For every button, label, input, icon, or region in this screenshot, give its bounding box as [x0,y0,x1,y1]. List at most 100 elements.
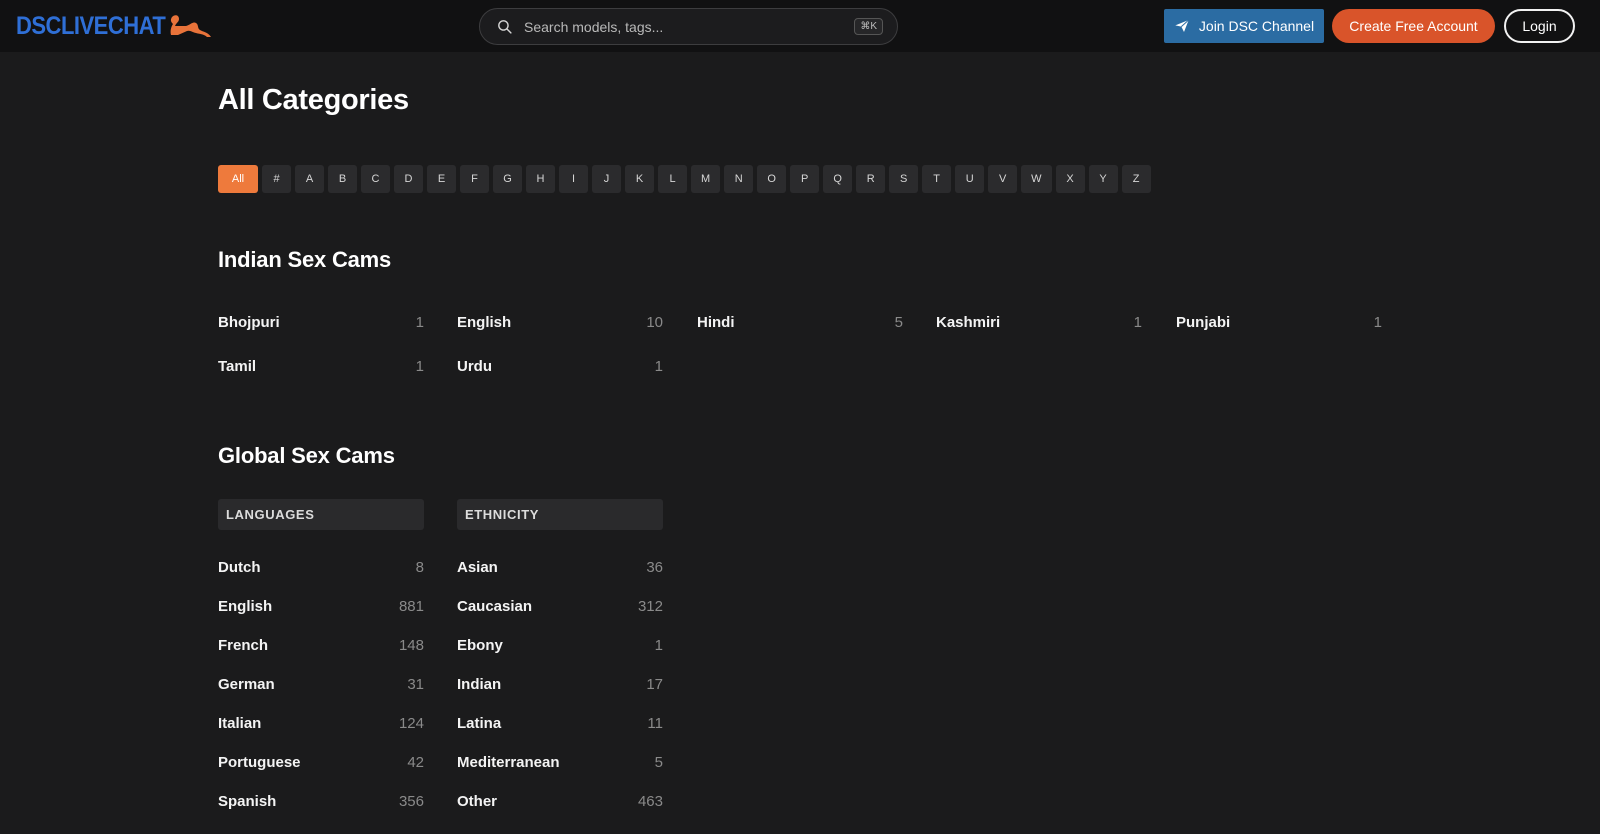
letter-filter-u[interactable]: U [955,165,985,193]
category-count: 356 [398,792,424,810]
letter-filter-p[interactable]: P [790,165,820,193]
language-item[interactable]: Dutch 8 [218,556,424,578]
search-input[interactable] [522,17,855,36]
category-name: Spanish [218,792,277,810]
category-name: German [218,675,275,693]
category-count: 148 [398,636,424,654]
ethnicity-item[interactable]: Ebony 1 [457,634,663,656]
category-count: 31 [407,675,424,693]
letter-filter-v[interactable]: V [988,165,1018,193]
category-count: 881 [398,597,424,615]
page-title: All Categories [218,84,409,116]
language-item[interactable]: German 31 [218,673,424,695]
category-count: 17 [646,675,663,693]
category-name: Asian [457,558,498,576]
category-name: Latina [457,714,502,732]
category-count: 11 [647,714,663,732]
letter-filter-r[interactable]: R [856,165,886,193]
category-count: 42 [407,753,424,771]
category-item[interactable]: Bhojpuri 1 [218,311,424,333]
category-count: 124 [398,714,424,732]
letter-filter-o[interactable]: O [757,165,787,193]
letter-filter-x[interactable]: X [1055,165,1085,193]
category-count: 312 [637,597,663,615]
section-title-global: Global Sex Cams [218,443,395,468]
category-name: Punjabi [1176,313,1231,331]
letter-filter-i[interactable]: I [559,165,588,193]
letter-filter-k[interactable]: K [625,165,654,193]
ethnicity-item[interactable]: Indian 17 [457,673,663,695]
letter-filter-q[interactable]: Q [823,165,853,193]
ethnicity-item[interactable]: Other 463 [457,790,663,812]
category-item[interactable]: Urdu 1 [457,355,663,377]
letter-filter-e[interactable]: E [427,165,456,193]
category-count: 1 [415,313,424,331]
search-bar[interactable]: ⌘K [479,8,898,45]
category-item[interactable]: English 10 [457,311,663,333]
letter-filter-h[interactable]: H [526,165,555,193]
keyboard-shortcut-badge: ⌘K [854,18,883,35]
ethnicity-item[interactable]: Caucasian 312 [457,595,663,617]
letter-filter-s[interactable]: S [889,165,919,193]
site-logo[interactable]: DSCLIVECHAT [16,11,212,40]
letter-filter-b[interactable]: B [328,165,357,193]
category-count: 5 [894,313,903,331]
category-count: 10 [646,313,663,331]
category-name: Kashmiri [936,313,1001,331]
language-item[interactable]: English 881 [218,595,424,617]
letter-filter-z[interactable]: Z [1121,165,1151,193]
top-header: DSCLIVECHAT ⌘K Join DSC Channel Create F… [0,0,1600,52]
join-channel-label: Join DSC Channel [1198,18,1315,34]
letter-filter-g[interactable]: G [493,165,522,193]
letter-filter-hash[interactable]: # [262,165,291,193]
letter-filter-n[interactable]: N [724,165,754,193]
category-name: Tamil [218,357,257,375]
category-count: 36 [646,558,663,576]
category-item[interactable]: Hindi 5 [697,311,903,333]
category-item[interactable]: Kashmiri 1 [936,311,1142,333]
letter-filter-m[interactable]: M [691,165,721,193]
create-account-button[interactable]: Create Free Account [1332,9,1495,43]
category-count: 1 [1133,313,1142,331]
letter-filter-t[interactable]: T [922,165,952,193]
language-item[interactable]: Italian 124 [218,712,424,734]
ethnicity-group-header: ETHNICITY [457,499,663,530]
letter-filter-w[interactable]: W [1021,165,1052,193]
login-button[interactable]: Login [1504,9,1575,43]
category-item[interactable]: Punjabi 1 [1176,311,1382,333]
category-count: 5 [654,753,663,771]
logo-figure-icon [170,15,212,37]
ethnicity-item[interactable]: Mediterranean 5 [457,751,663,773]
letter-filter-f[interactable]: F [460,165,489,193]
letter-filter-c[interactable]: C [361,165,390,193]
create-account-label: Create Free Account [1349,18,1478,34]
letter-filter-d[interactable]: D [394,165,423,193]
category-name: English [457,313,512,331]
letter-filter-l[interactable]: L [658,165,687,193]
letter-filter-all[interactable]: All [218,165,258,193]
ethnicity-item[interactable]: Asian 36 [457,556,663,578]
category-count: 463 [637,792,663,810]
letter-filter-j[interactable]: J [592,165,621,193]
language-item[interactable]: Portuguese 42 [218,751,424,773]
category-item[interactable]: Tamil 1 [218,355,424,377]
category-name: Italian [218,714,262,732]
category-name: French [218,636,269,654]
category-name: Dutch [218,558,261,576]
category-count: 1 [415,357,424,375]
letter-filter-a[interactable]: A [295,165,324,193]
letter-filter-y[interactable]: Y [1088,165,1118,193]
category-name: Caucasian [457,597,533,615]
category-name: Bhojpuri [218,313,280,331]
language-item[interactable]: French 148 [218,634,424,656]
category-name: Urdu [457,357,492,375]
category-name: Other [457,792,498,810]
join-channel-button[interactable]: Join DSC Channel [1164,9,1324,43]
category-name: Indian [457,675,502,693]
language-item[interactable]: Spanish 356 [218,790,424,812]
ethnicity-item[interactable]: Latina 11 [457,712,663,734]
section-title-indian: Indian Sex Cams [218,247,392,272]
category-count: 8 [415,558,424,576]
category-name: English [218,597,273,615]
telegram-icon [1175,19,1189,32]
